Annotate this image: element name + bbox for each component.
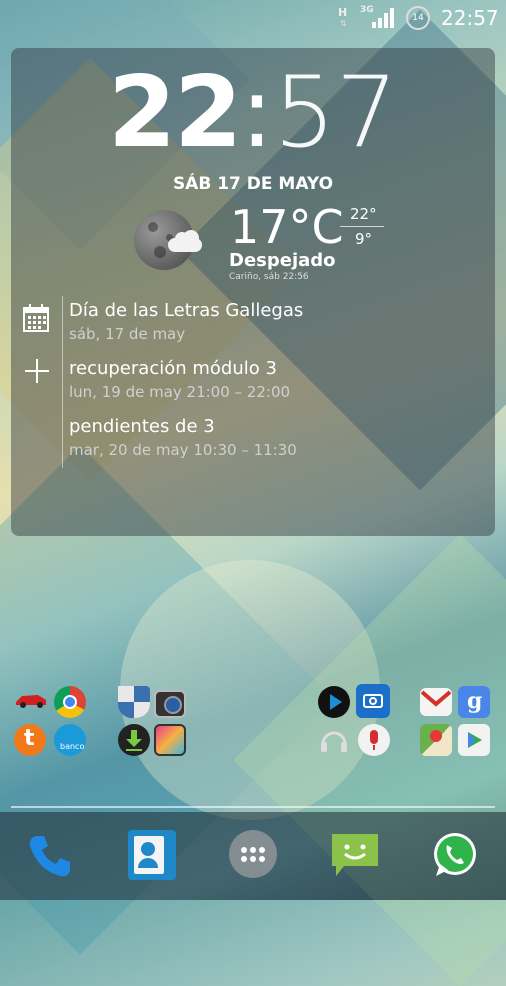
- play-store-icon[interactable]: [458, 724, 490, 756]
- clock-minutes: 57: [273, 56, 399, 170]
- status-time: 22:57: [441, 6, 499, 30]
- event-title: pendientes de 3: [69, 416, 215, 437]
- event-item[interactable]: recuperación módulo 3 lun, 19 de may 21:…: [69, 358, 290, 401]
- event-time: sáb, 17 de may: [69, 325, 186, 343]
- voice-icon[interactable]: [358, 724, 390, 756]
- play-icon[interactable]: [318, 686, 350, 718]
- camera-app-icon[interactable]: [356, 684, 390, 718]
- contacts-icon[interactable]: [128, 830, 176, 880]
- data-arrows-icon: ⇅: [340, 19, 347, 28]
- download-icon[interactable]: [118, 724, 150, 756]
- cloud-icon: [168, 230, 202, 252]
- headphones-icon[interactable]: [318, 724, 350, 756]
- battery-icon: 14: [406, 6, 430, 30]
- apps-icon[interactable]: [229, 830, 277, 878]
- event-time: lun, 19 de may 21:00 – 22:00: [69, 383, 291, 401]
- event-title: Día de las Letras Gallegas: [69, 300, 304, 321]
- event-item[interactable]: Día de las Letras Gallegas sáb, 17 de ma…: [69, 300, 303, 343]
- network-type-h: H: [338, 6, 348, 19]
- gallery-icon[interactable]: [154, 724, 186, 756]
- clock[interactable]: 22:57: [0, 56, 506, 170]
- clock-hours: 22: [107, 56, 242, 170]
- camera-icon[interactable]: [154, 690, 186, 718]
- battery-level: 14: [412, 13, 424, 23]
- divider: [340, 226, 384, 227]
- event-title: recuperación módulo 3: [69, 358, 277, 379]
- event-item[interactable]: pendientes de 3 mar, 20 de may 10:30 – 1…: [69, 416, 297, 459]
- google-icon[interactable]: g: [458, 686, 490, 718]
- calendar-icon[interactable]: [22, 303, 50, 333]
- temperature: 17°C: [230, 200, 344, 254]
- chrome-icon[interactable]: [54, 686, 86, 718]
- signal-icon: [372, 8, 396, 28]
- dock-divider: [11, 806, 495, 808]
- shield-icon[interactable]: [118, 686, 150, 718]
- banco-label: banco: [60, 742, 85, 751]
- divider: [62, 296, 63, 468]
- messaging-icon[interactable]: [330, 830, 380, 878]
- status-bar: H ⇅ 3G 14 22:57: [0, 0, 506, 36]
- banco-icon[interactable]: banco: [54, 724, 86, 756]
- temp-low: 9°: [355, 230, 373, 248]
- phone-icon[interactable]: [24, 830, 76, 882]
- weather-condition: Despejado: [229, 250, 336, 271]
- tuenti-icon[interactable]: t: [14, 724, 46, 756]
- add-event-icon[interactable]: [24, 358, 50, 384]
- gmail-icon[interactable]: [420, 688, 452, 716]
- car-icon[interactable]: [14, 688, 48, 710]
- temp-high: 22°: [350, 205, 377, 223]
- weather-location-time: Cariño, sáb 22:56: [229, 272, 309, 282]
- event-time: mar, 20 de may 10:30 – 11:30: [69, 441, 297, 459]
- maps-icon[interactable]: [420, 724, 452, 756]
- whatsapp-icon[interactable]: [430, 830, 480, 880]
- date-label: SÁB 17 DE MAYO: [172, 174, 334, 194]
- clock-separator: :: [240, 56, 274, 170]
